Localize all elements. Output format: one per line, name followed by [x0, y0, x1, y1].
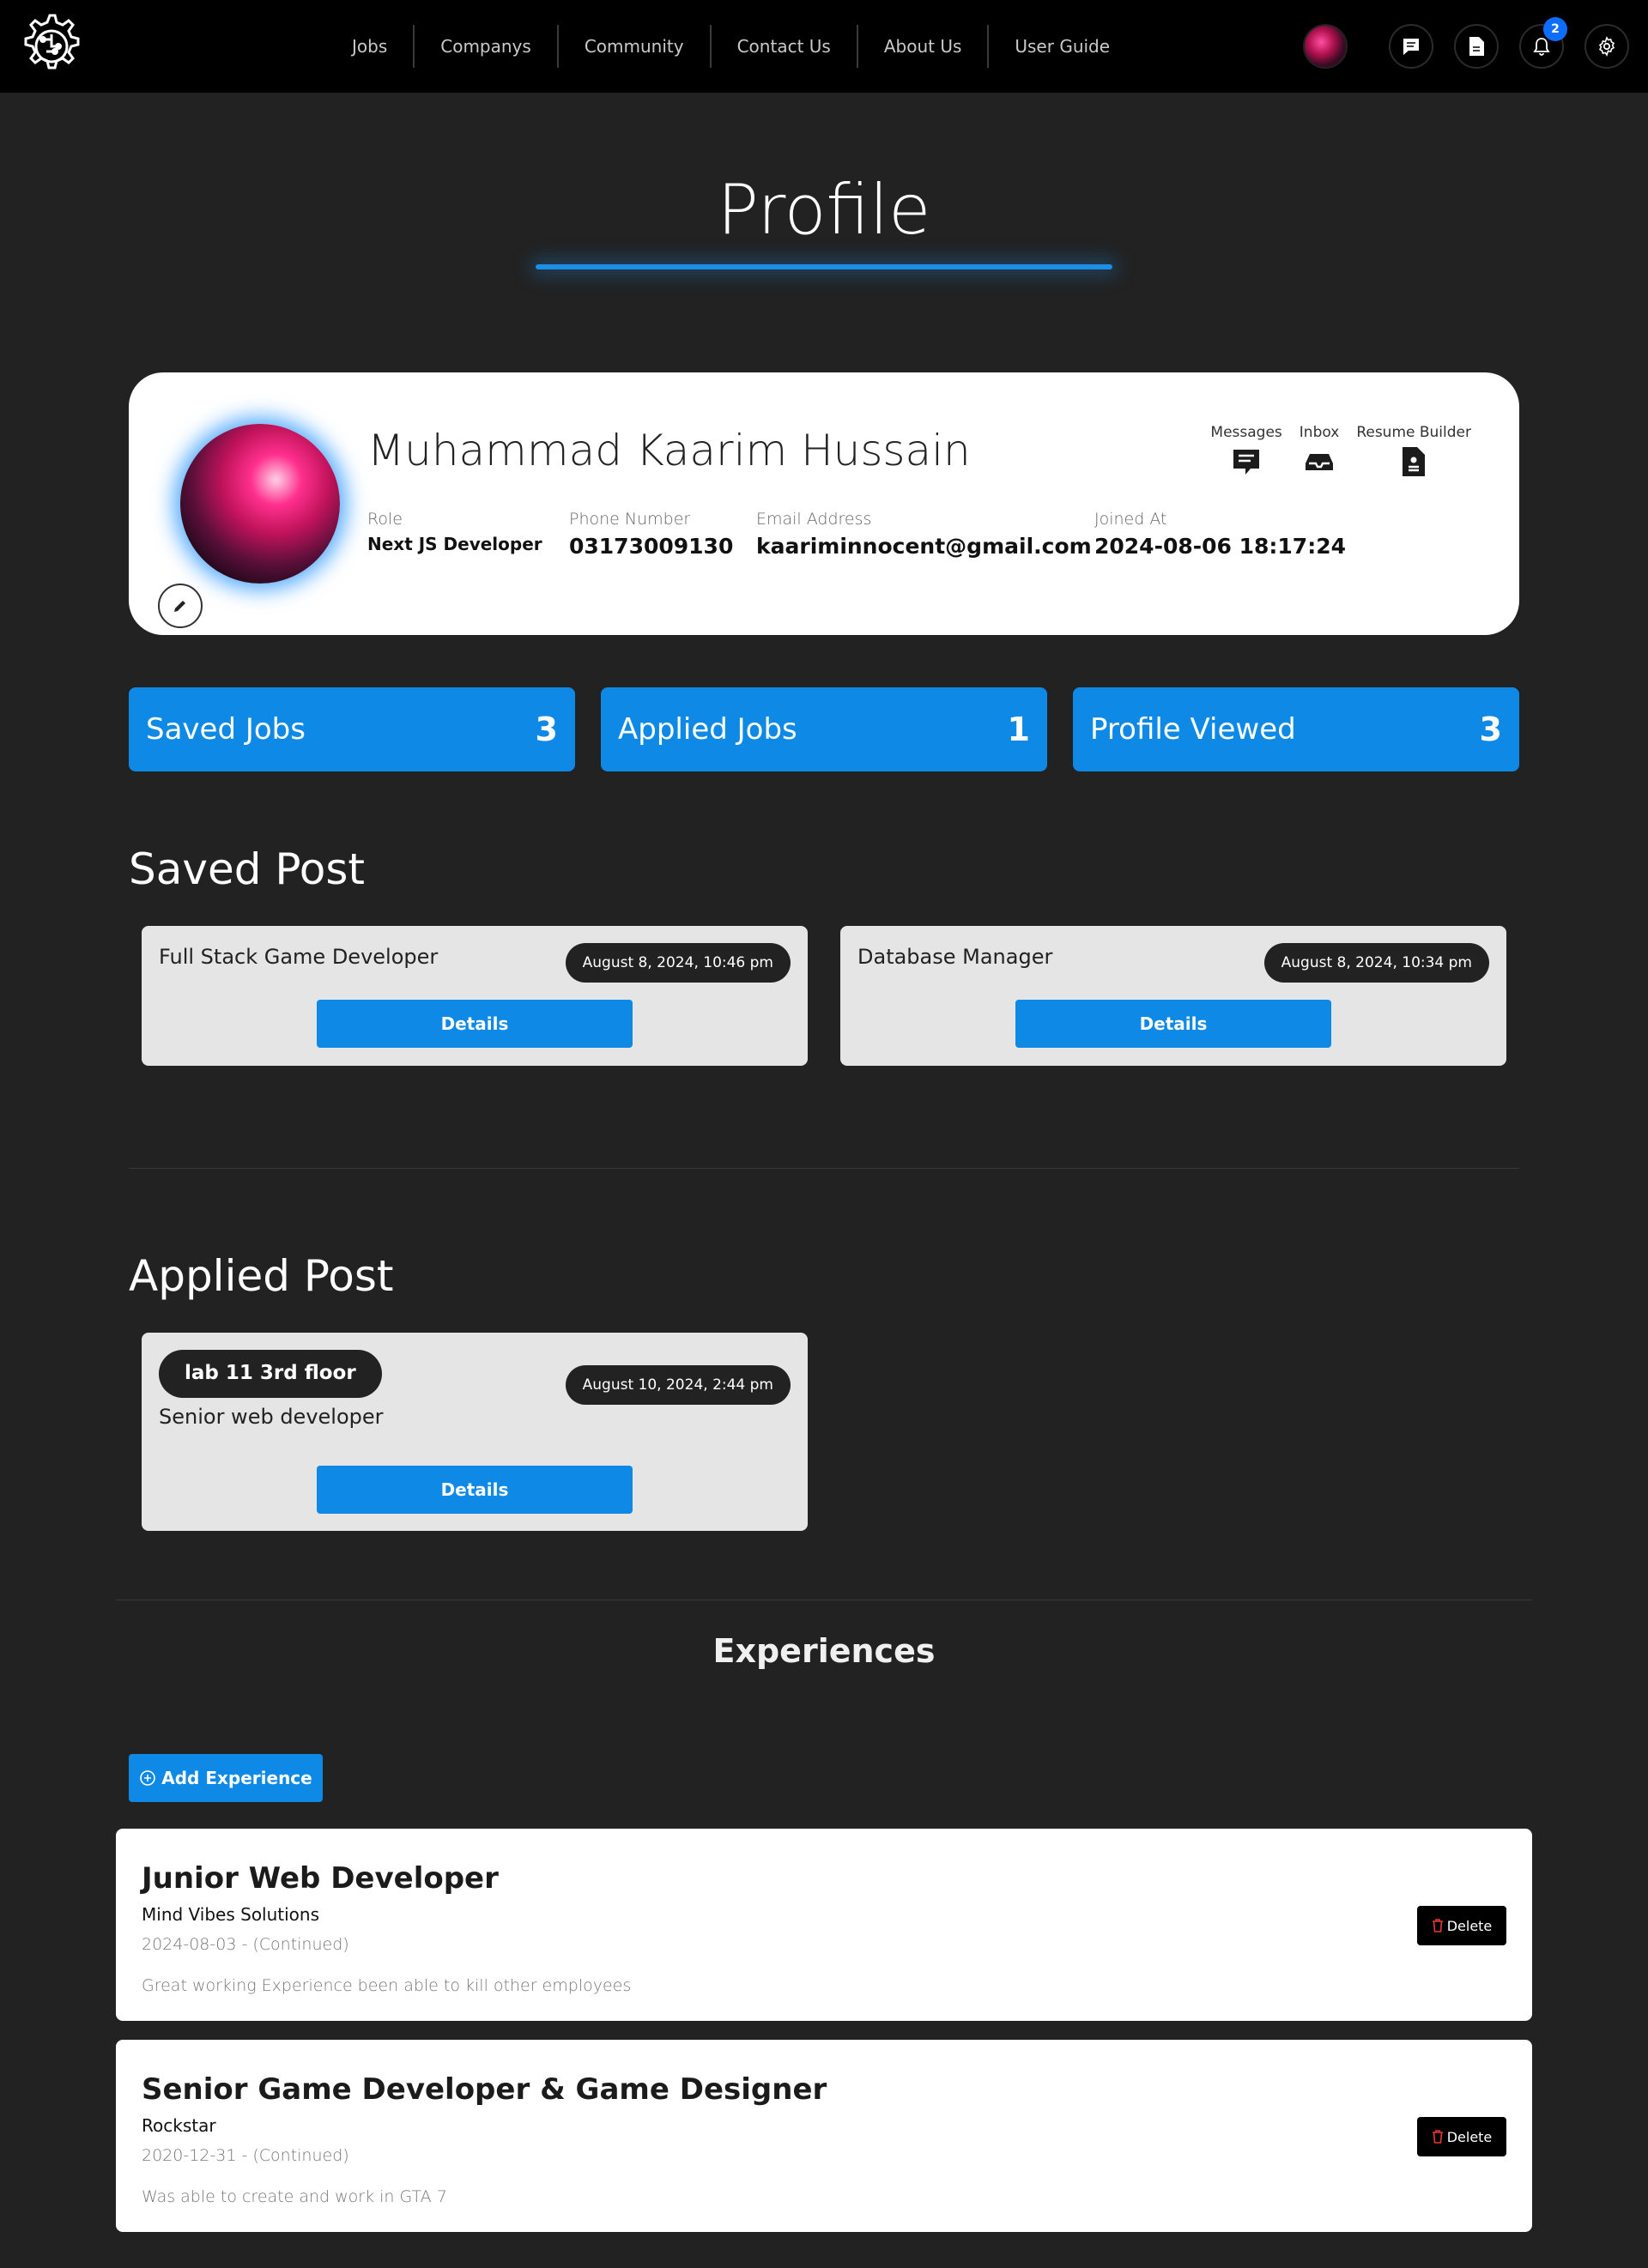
email-label: Email Address — [756, 510, 872, 529]
email-value: kaariminnocent@gmail.com — [756, 534, 1092, 559]
inbox-link[interactable]: Inbox — [1299, 424, 1340, 479]
experience-title: Junior Web Developer — [142, 1861, 499, 1896]
chat-icon — [1403, 39, 1419, 55]
post-date: August 8, 2024, 10:46 pm — [565, 943, 791, 983]
phone-field: Phone Number 03173009130 — [569, 510, 733, 559]
messages-label: Messages — [1210, 424, 1282, 441]
saved-post-card: Full Stack Game Developer August 8, 2024… — [142, 926, 808, 1066]
joined-field: Joined At 2024-08-06 18:17:24 — [1094, 510, 1346, 559]
stat-value: 3 — [535, 711, 558, 748]
details-button[interactable]: Details — [317, 1466, 633, 1514]
post-title: Full Stack Game Developer — [159, 945, 439, 969]
nav-link-community[interactable]: Community — [559, 25, 712, 68]
document-button[interactable] — [1454, 24, 1499, 69]
nav-link-about-us[interactable]: About Us — [858, 25, 990, 68]
experience-card: Junior Web Developer Mind Vibes Solution… — [116, 1829, 1532, 2021]
trash-icon — [1432, 1919, 1443, 1932]
delete-experience-button[interactable]: Delete — [1417, 2117, 1506, 2156]
nav-icons: 2 — [1303, 17, 1629, 69]
saved-post-heading: Saved Post — [129, 844, 365, 894]
inbox-icon — [1306, 454, 1334, 470]
location-pill: lab 11 3rd floor — [159, 1350, 382, 1398]
title-underline — [536, 264, 1112, 269]
phone-label: Phone Number — [569, 510, 691, 529]
section-divider — [129, 1168, 1519, 1169]
stat-label: Profile Viewed — [1090, 712, 1296, 747]
role-field: Role Next JS Developer — [367, 510, 542, 554]
settings-button[interactable] — [1584, 24, 1629, 69]
experience-description: Was able to create and work in GTA 7 — [142, 2187, 447, 2206]
message-icon — [1233, 450, 1260, 475]
resume-builder-label: Resume Builder — [1356, 424, 1471, 441]
chat-button[interactable] — [1389, 24, 1433, 69]
add-experience-label: Add Experience — [161, 1768, 312, 1788]
nav-link-companys[interactable]: Companys — [415, 25, 559, 68]
document-icon — [1469, 37, 1484, 56]
add-experience-button[interactable]: Add Experience — [129, 1754, 323, 1802]
details-button[interactable]: Details — [1015, 1000, 1331, 1048]
post-title: Senior web developer — [159, 1405, 384, 1429]
email-field: Email Address kaariminnocent@gmail.com — [756, 510, 1092, 559]
details-button[interactable]: Details — [317, 1000, 633, 1048]
stat-profile-viewed[interactable]: Profile Viewed 3 — [1073, 687, 1519, 771]
profile-avatar — [180, 424, 340, 584]
stat-saved-jobs[interactable]: Saved Jobs 3 — [129, 687, 575, 771]
pencil-icon — [174, 601, 185, 612]
delete-experience-button[interactable]: Delete — [1417, 1906, 1506, 1945]
delete-label: Delete — [1446, 2128, 1493, 2145]
applied-post-card: lab 11 3rd floor Senior web developer Au… — [142, 1333, 808, 1531]
quick-links: Messages Inbox Resume Builder — [1193, 424, 1471, 479]
experience-title: Senior Game Developer & Game Designer — [142, 2072, 827, 2107]
experience-company: Rockstar — [142, 2115, 216, 2136]
post-title: Database Manager — [857, 945, 1053, 969]
nav-link-user-guide[interactable]: User Guide — [989, 25, 1136, 68]
profile-name: Muhammad Kaarim Hussain — [367, 426, 971, 475]
saved-post-card: Database Manager August 8, 2024, 10:34 p… — [840, 926, 1506, 1066]
post-date: August 10, 2024, 2:44 pm — [565, 1365, 791, 1405]
phone-value: 03173009130 — [569, 534, 734, 559]
notifications-button[interactable]: 2 — [1519, 17, 1567, 69]
delete-label: Delete — [1446, 1917, 1493, 1934]
experience-description: Great working Experience been able to ki… — [142, 1976, 632, 1995]
experiences-heading: Experiences — [712, 1632, 936, 1670]
nav-link-jobs[interactable]: Jobs — [326, 25, 415, 68]
post-date: August 8, 2024, 10:34 pm — [1263, 943, 1489, 983]
stat-value: 1 — [1007, 711, 1030, 748]
navbar: Jobs Companys Community Contact Us About… — [0, 0, 1648, 93]
logo-gear-brain-icon[interactable] — [14, 10, 86, 82]
joined-value: 2024-08-06 18:17:24 — [1094, 534, 1346, 559]
stat-label: Saved Jobs — [146, 712, 306, 747]
stat-applied-jobs[interactable]: Applied Jobs 1 — [601, 687, 1047, 771]
nav-link-contact-us[interactable]: Contact Us — [712, 25, 858, 68]
stat-label: Applied Jobs — [618, 712, 797, 747]
page-title: Profile — [717, 170, 931, 250]
experience-dates: 2020-12-31 - (Continued) — [142, 2146, 349, 2165]
experience-card: Senior Game Developer & Game Designer Ro… — [116, 2040, 1532, 2232]
role-label: Role — [367, 510, 403, 529]
experience-dates: 2024-08-03 - (Continued) — [142, 1935, 349, 1954]
plus-circle-icon — [140, 1770, 156, 1786]
resume-builder-link[interactable]: Resume Builder — [1356, 424, 1471, 479]
nav-links: Jobs Companys Community Contact Us About… — [326, 24, 1136, 69]
trash-icon — [1432, 2130, 1443, 2144]
profile-card: Muhammad Kaarim Hussain Role Next JS Dev… — [129, 372, 1519, 635]
gear-icon — [1598, 36, 1615, 57]
stat-value: 3 — [1479, 711, 1502, 748]
applied-post-heading: Applied Post — [129, 1251, 394, 1301]
experience-company: Mind Vibes Solutions — [142, 1904, 320, 1925]
nav-avatar[interactable] — [1303, 24, 1348, 69]
resume-icon — [1403, 447, 1426, 476]
joined-label: Joined At — [1094, 510, 1167, 529]
messages-link[interactable]: Messages — [1210, 424, 1282, 479]
role-value: Next JS Developer — [367, 534, 542, 554]
notification-badge: 2 — [1543, 17, 1567, 41]
edit-profile-button[interactable] — [158, 584, 203, 628]
inbox-label: Inbox — [1299, 424, 1340, 441]
